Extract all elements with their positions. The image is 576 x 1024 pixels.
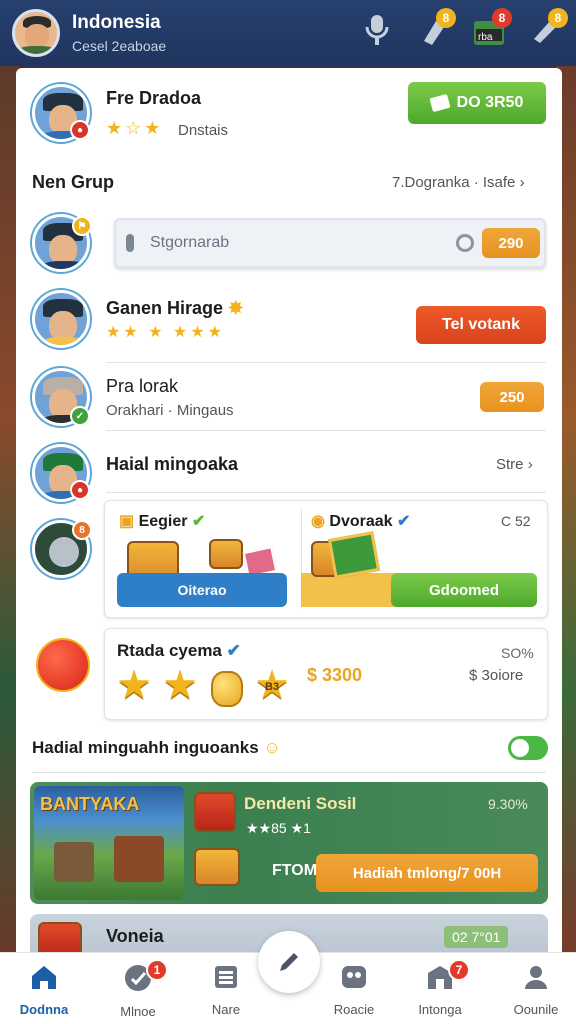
nav-shop[interactable]: 7 Intonga [400, 959, 480, 1017]
member-name: Ganen Hirage ✸ [106, 298, 244, 318]
profile-name: Fre Dradoa [106, 88, 202, 108]
page-subtitle: Cesel 2eaboae [72, 38, 167, 54]
promo-claim-button[interactable]: Hadiah tmlong/7 00H [316, 854, 538, 892]
hand-icon[interactable]: 8 [416, 8, 456, 50]
reward-left-button[interactable]: Oiterao [117, 573, 287, 607]
nav-list[interactable]: Nare [186, 963, 266, 1017]
notification-badge: 8 [492, 8, 512, 28]
star-coin-icon: ★ [116, 663, 152, 707]
chevron-right-icon: › [519, 174, 525, 191]
notification-badge: 8 [548, 8, 568, 28]
search-input[interactable]: Stgornarab 290 [114, 218, 546, 268]
chevron-right-icon: › [527, 456, 533, 473]
verified-icon: ✔ [226, 641, 241, 660]
red-coin-icon [36, 638, 90, 692]
edit-fab-button[interactable] [258, 931, 320, 993]
megaphone-icon[interactable]: 8 [528, 8, 568, 50]
daily-amount: $ 3300 [307, 665, 363, 685]
profile-action-button[interactable]: DO 3R50 [408, 82, 546, 124]
promo-small-label: FTOM [272, 862, 318, 879]
verified-icon: ✔ [397, 513, 411, 530]
coin-icon: ◉ [311, 513, 325, 530]
pencil-icon [280, 953, 298, 971]
member-action-button[interactable]: Tel votank [416, 306, 546, 344]
reward-right-title: ◉ Dvoraak ✔ [311, 513, 411, 530]
page-title: Indonesia [72, 12, 161, 33]
nav-badge: 7 [448, 959, 470, 981]
nav-roacie[interactable]: Roacie [314, 963, 394, 1017]
bottom-nav: Dodnna 1 Mlnoe Nare Roacie 7 Intonga Oou… [0, 931, 576, 1024]
search-value-badge: 290 [482, 228, 540, 258]
divider [32, 772, 546, 773]
level-badge-icon: ● [70, 480, 90, 500]
promo-art-label: BANTYAKA [40, 794, 140, 814]
daily-percent: SO% [501, 645, 534, 661]
chest-icon: ▣ [119, 513, 135, 530]
reward-left-title: ▣ Eegier ✔ [119, 513, 206, 530]
member-name: Haial mingoaka [106, 454, 239, 474]
gift-icon[interactable]: rba 8 [472, 8, 512, 50]
promo2-value: 02 7°01 [444, 926, 509, 948]
treasure-chest-icon [209, 539, 243, 569]
target-icon[interactable] [456, 234, 474, 252]
nav-mission[interactable]: 1 Mlnoe [98, 959, 178, 1019]
level-badge-icon: 8 [72, 520, 92, 540]
member-link[interactable]: Stre › [496, 456, 533, 473]
reward-cards: ▣ Eegier ✔ Oiterao ◉ Dvoraak ✔ C 52 Gdoo… [104, 500, 548, 618]
gift-label: rba [478, 32, 493, 43]
check-icon: ✔ [191, 513, 206, 530]
daily-title: Rtada cyema ✔ [117, 641, 241, 660]
ticket-icon [429, 93, 451, 113]
list-icon [215, 966, 237, 988]
cash-icon [327, 531, 381, 579]
promo-title: Dendeni Sosil [244, 794, 357, 813]
group-section-title: Nen Grup [32, 172, 115, 192]
promo-banner[interactable]: BANTYAKA Dendeni Sosil ★★85 ★1 9.30% FTO… [30, 782, 548, 904]
divider [106, 430, 546, 431]
hadial-title: Hadial minguahh inguoanks ☺ [32, 738, 281, 757]
profile-icon [525, 966, 547, 989]
crown-icon: ✸ [228, 298, 244, 318]
treasure-chest-icon [194, 848, 240, 886]
money-bag-icon [211, 671, 243, 707]
main-panel: ● Fre Dradoa ★☆★ Dnstais DO 3R50 Nen Gru… [16, 68, 562, 958]
reward-right-button[interactable]: Gdoomed [391, 573, 537, 607]
member-sub: Orakhari · Mingaus [106, 402, 234, 419]
top-bar: Indonesia Cesel 2eaboae 8 rba 8 8 [0, 0, 576, 66]
online-badge-icon: ✓ [70, 406, 90, 426]
promo-percent: 9.30% [488, 796, 528, 812]
member-name: Pra lorak [106, 376, 179, 396]
treasure-chest-icon [194, 792, 236, 832]
promo-art: BANTYAKA [34, 786, 184, 900]
group-section-link[interactable]: 7.Dogranka · Isafe › [392, 174, 525, 191]
rating-stars-icon: ★★ ★ ★★★ [106, 324, 225, 341]
daily-sub-amount: $ 3oiore [469, 667, 524, 684]
nav-badge: 1 [146, 959, 168, 981]
mask-icon [342, 966, 366, 988]
notification-badge: 8 [436, 8, 456, 28]
nav-profile[interactable]: Oounile [496, 963, 576, 1017]
home-icon [32, 966, 56, 989]
level-badge-icon: ● [70, 120, 90, 140]
promo2-title: Voneia [106, 926, 164, 946]
smiley-icon: ☺ [263, 738, 281, 757]
nav-home[interactable]: Dodnna [4, 963, 84, 1017]
search-placeholder: Stgornarab [150, 234, 230, 251]
member-value-badge: 250 [480, 382, 544, 412]
hadial-toggle[interactable] [508, 736, 548, 760]
avatar[interactable] [12, 9, 60, 57]
profile-rank: Dnstais [178, 122, 229, 139]
avatar[interactable] [32, 290, 90, 348]
rating-stars-icon: ★☆★ [106, 118, 164, 138]
pin-icon [126, 234, 134, 252]
divider [106, 362, 546, 363]
divider [106, 492, 546, 493]
reward-right-meta: C 52 [501, 513, 531, 529]
promo-stars: ★★85 ★1 [246, 820, 311, 836]
level-badge-icon: ⚑ [72, 216, 92, 236]
star-coin-icon: ★ [162, 663, 198, 707]
microphone-icon[interactable] [360, 10, 394, 50]
daily-card[interactable]: Rtada cyema ✔ ★ ★ ★ B3 $ 3300 SO% $ 3oio… [104, 628, 548, 720]
